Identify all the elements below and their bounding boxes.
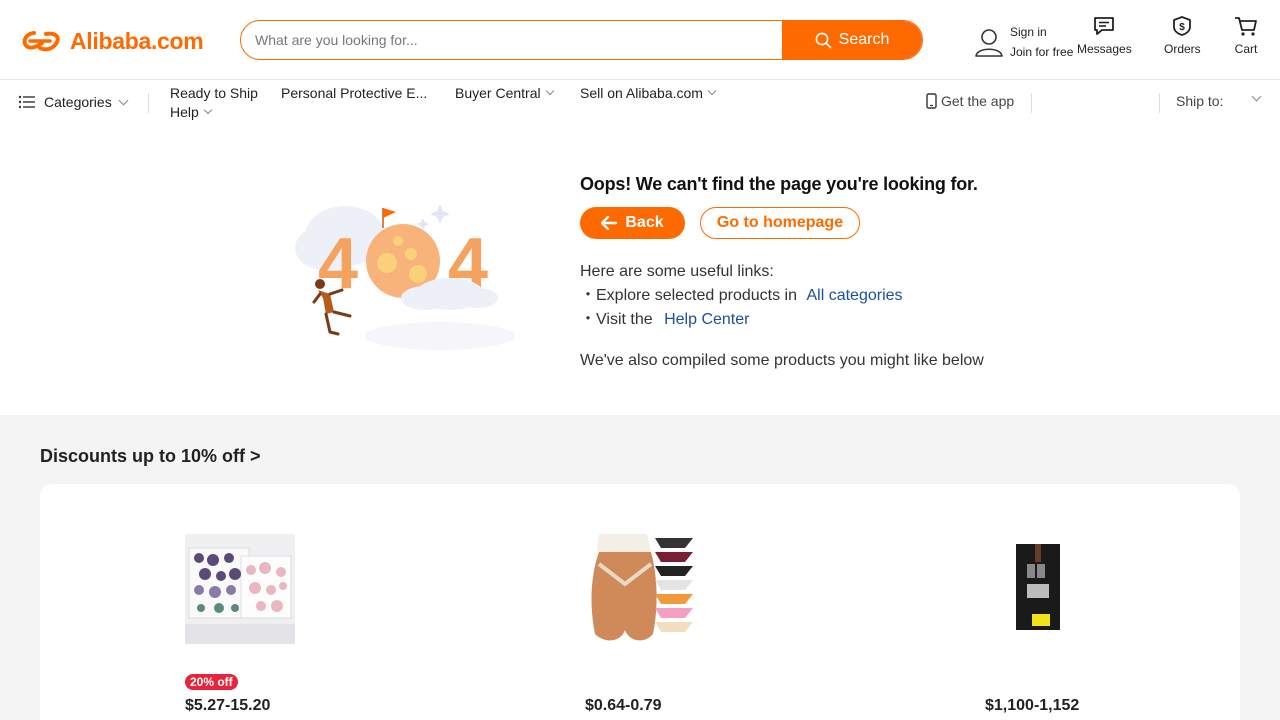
error-message-panel: Oops! We can't find the page you're look… bbox=[580, 174, 984, 369]
alibaba-logo-icon bbox=[22, 31, 60, 52]
chevron-down-icon bbox=[707, 86, 717, 96]
cart-icon bbox=[1235, 17, 1257, 36]
messages-link[interactable]: Messages bbox=[1077, 16, 1132, 56]
nav-divider bbox=[1031, 93, 1032, 113]
nav-ppe[interactable]: Personal Protective E... bbox=[281, 85, 427, 101]
nav-get-app[interactable]: Get the app bbox=[926, 93, 1014, 109]
phone-icon bbox=[926, 93, 937, 109]
useful-link-row: ・Visit the Help Center bbox=[580, 308, 903, 332]
product-price: $1,100-1,152 bbox=[985, 697, 1080, 714]
orders-icon: $ bbox=[1173, 16, 1192, 36]
useful-links: Here are some useful links: ・Explore sel… bbox=[580, 260, 903, 332]
product-image[interactable] bbox=[985, 534, 1095, 644]
product-price: $0.64-0.79 bbox=[585, 697, 662, 714]
chevron-down-icon bbox=[545, 86, 554, 96]
product-image[interactable] bbox=[585, 534, 695, 644]
link1-prefix: ・Explore selected products in bbox=[580, 287, 798, 304]
search-bar: Search bbox=[240, 20, 923, 60]
product-image[interactable] bbox=[185, 534, 295, 644]
chevron-down-icon bbox=[118, 95, 129, 105]
menu-icon bbox=[18, 95, 35, 109]
nav-help-label: Help bbox=[170, 104, 199, 120]
arrow-left-icon bbox=[601, 216, 618, 230]
signin-label[interactable]: Sign in bbox=[1010, 22, 1073, 42]
user-icon bbox=[975, 29, 1003, 57]
nav-sell-label: Sell on Alibaba.com bbox=[580, 85, 703, 101]
nav-help[interactable]: Help bbox=[170, 104, 213, 120]
nav-get-app-label: Get the app bbox=[941, 93, 1015, 109]
nav-sell[interactable]: Sell on Alibaba.com bbox=[580, 85, 717, 101]
orders-link[interactable]: $ Orders bbox=[1164, 16, 1201, 56]
signin-link[interactable]: Sign in Join for free bbox=[974, 22, 1073, 62]
orders-label: Orders bbox=[1164, 42, 1201, 56]
go-to-homepage-button[interactable]: Go to homepage bbox=[700, 207, 860, 239]
message-icon bbox=[1094, 17, 1115, 35]
back-button-label: Back bbox=[625, 214, 664, 231]
discounts-title[interactable]: Discounts up to 10% off > bbox=[40, 446, 261, 467]
link2-prefix: ・Visit the bbox=[580, 311, 653, 328]
join-label[interactable]: Join for free bbox=[1010, 42, 1073, 62]
ship-to-chevron-down-icon[interactable] bbox=[1251, 91, 1262, 102]
product-price: $5.27-15.20 bbox=[185, 697, 271, 714]
search-button[interactable]: Search bbox=[782, 21, 922, 59]
help-center-link[interactable]: Help Center bbox=[664, 311, 749, 328]
underwear-image bbox=[585, 534, 695, 644]
nav-categories-label: Categories bbox=[44, 94, 112, 110]
cart-link[interactable]: Cart bbox=[1234, 16, 1258, 56]
nav-ppe-label: Personal Protective E... bbox=[281, 85, 428, 101]
nav-ship-to-label: Ship to: bbox=[1176, 93, 1224, 109]
nav-buyer-central[interactable]: Buyer Central bbox=[455, 85, 554, 101]
device-image bbox=[985, 534, 1095, 644]
all-categories-link[interactable]: All categories bbox=[806, 287, 902, 304]
search-input[interactable] bbox=[241, 21, 782, 59]
404-illustration: 4 4 bbox=[295, 204, 515, 350]
useful-link-row: ・Explore selected products in All catego… bbox=[580, 284, 903, 308]
product-card[interactable]: $0.64-0.79 bbox=[585, 534, 695, 714]
search-button-label: Search bbox=[838, 31, 890, 48]
gemstone-box-image bbox=[185, 534, 295, 644]
discount-badge: 20% off bbox=[185, 674, 238, 690]
alibaba-logo[interactable]: Alibaba.com bbox=[20, 24, 204, 58]
nav-categories[interactable]: Categories bbox=[18, 94, 129, 110]
nav-ready-to-ship[interactable]: Ready to Ship bbox=[170, 85, 258, 101]
logo-text: Alibaba.com bbox=[70, 27, 204, 54]
nav-ready-to-ship-label: Ready to Ship bbox=[170, 85, 258, 101]
nav-ship-to[interactable]: Ship to: bbox=[1176, 93, 1223, 109]
messages-label: Messages bbox=[1077, 42, 1132, 56]
product-card[interactable]: 20% off $5.27-15.20 bbox=[185, 534, 295, 714]
useful-links-intro: Here are some useful links: bbox=[580, 263, 774, 280]
svg-text:$: $ bbox=[1180, 22, 1186, 33]
header: Alibaba.com Search Sign in Join for free… bbox=[0, 0, 1280, 80]
nav-divider bbox=[1159, 93, 1160, 113]
nav-divider bbox=[148, 93, 149, 113]
nav-bar: Categories Ready to Ship Personal Protec… bbox=[0, 81, 1280, 125]
product-card[interactable]: $1,100-1,152 bbox=[985, 534, 1095, 714]
go-to-homepage-label: Go to homepage bbox=[716, 214, 844, 231]
error-title: Oops! We can't find the page you're look… bbox=[580, 174, 978, 194]
cart-label: Cart bbox=[1234, 42, 1258, 56]
search-icon bbox=[815, 32, 831, 48]
chevron-down-icon bbox=[203, 105, 213, 115]
nav-buyer-central-label: Buyer Central bbox=[455, 85, 541, 101]
back-button[interactable]: Back bbox=[580, 207, 685, 239]
compiled-products-text: We've also compiled some products you mi… bbox=[580, 352, 984, 369]
